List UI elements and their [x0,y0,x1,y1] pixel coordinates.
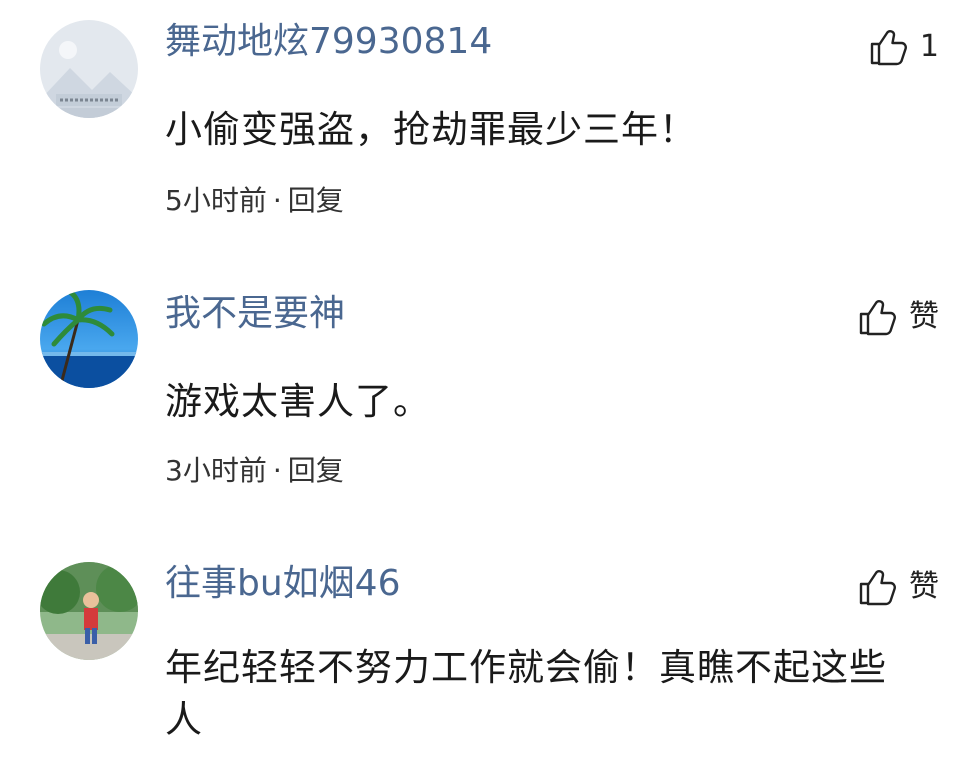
comment-item: 往事bu如烟46 赞 年纪轻轻不努力工作就会偷！真瞧不起这些人 [0,0,979,764]
like-button[interactable]: 赞 [855,564,939,610]
like-count: 赞 [909,569,939,604]
comment-username[interactable]: 往事bu如烟46 [165,562,400,606]
thumbs-up-icon [859,570,896,606]
avatar[interactable] [40,562,138,660]
avatar-image [40,562,138,660]
comment-text: 年纪轻轻不努力工作就会偷！真瞧不起这些人 [165,646,887,741]
